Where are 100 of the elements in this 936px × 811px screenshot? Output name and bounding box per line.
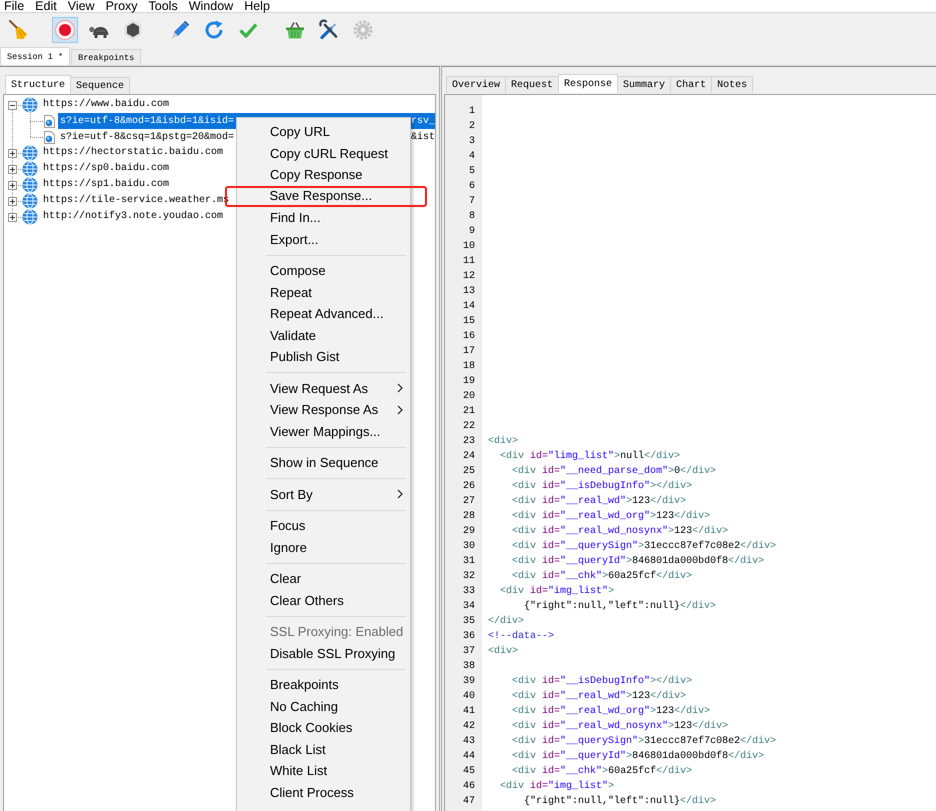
code-line: {"right":null,"left":null}</div> [524,601,716,612]
tree-item[interactable]: https://hectorstatic.baidu.com [42,146,224,160]
menu-item[interactable]: Publish Gist [239,346,408,368]
line-number: 8 [468,211,475,222]
menu-title[interactable]: Help [241,0,273,12]
code-line: <div id="img_list"> [500,781,614,792]
menu-item[interactable]: View Request As [239,378,408,399]
request-item[interactable]: s?ie=utf-8&mod=1&isbd=1&isid= [60,114,234,128]
request-item-end[interactable]: &ist [410,130,435,144]
menu-item[interactable]: Copy URL [239,121,408,142]
line-number: 29 [462,526,475,537]
line-number: 20 [462,391,475,402]
menu-item[interactable]: Sort By [239,484,408,505]
code-line: <div> [488,646,518,657]
menu-item[interactable]: No Caching [239,696,408,717]
menu-title[interactable]: Tools [146,0,181,12]
line-number: 37 [462,646,475,657]
line-number: 18 [462,361,475,372]
menu-item[interactable]: Copy cURL Request [239,142,408,164]
record-icon [54,19,76,41]
line-number: 40 [462,691,475,702]
menu-item[interactable]: Compose [239,260,408,282]
line-number: 19 [462,376,475,387]
menu-item[interactable]: Black List [239,738,408,760]
line-number: 4 [468,151,475,162]
toolbar-button[interactable] [52,17,78,43]
menu-item[interactable]: Validate [239,324,408,346]
panel-tab[interactable]: Sequence [70,77,130,94]
menu-item[interactable]: Repeat Advanced... [239,303,408,324]
menu-item[interactable]: Copy Response [239,164,408,186]
line-number: 31 [462,556,475,567]
menu-item[interactable]: Clear [239,568,408,590]
menu-item[interactable]: Block Cookies [239,717,408,738]
code-line: <div id="__real_wd_nosynx">123</div> [512,526,728,537]
plus-box-icon[interactable] [8,148,17,158]
menu-item[interactable]: Viewer Mappings... [239,420,408,442]
tree-item[interactable]: https://sp0.baidu.com [42,162,170,176]
line-number: 43 [462,736,475,747]
panel-tab[interactable]: Structure [5,75,72,94]
menu-title[interactable]: View [64,0,98,12]
viewer-tab[interactable]: Response [558,74,618,93]
line-number: 10 [462,241,475,252]
line-number: 27 [462,496,475,507]
menu-item[interactable]: Export... [239,228,408,250]
menu-item[interactable]: Clear Others [239,590,408,611]
code-line: <div id="__queryId">846801da000bd0f8</div> [512,751,764,762]
plus-box-icon[interactable] [8,212,17,222]
menu-item[interactable]: Disable SSL Proxying [239,642,408,664]
menu-item[interactable]: Find In... [239,207,408,228]
menu-title[interactable]: Window [186,0,236,12]
code-line: <div id="__real_wd">123</div> [512,496,686,507]
tree-item[interactable]: http://notify3.note.youdao.com [42,210,224,224]
pen-icon [169,19,191,41]
request-item[interactable]: s?ie=utf-8&csq=1&pstg=20&mod= [60,130,234,144]
page-icon [44,130,55,144]
line-number: 36 [462,631,475,642]
plus-box-icon[interactable] [8,180,17,190]
line-number: 47 [462,796,475,807]
menu-title[interactable]: Edit [32,0,60,12]
code-line: <div> [488,436,518,447]
menu-item[interactable]: Show in Sequence [239,452,408,474]
line-number: 23 [462,436,475,447]
menu-title[interactable]: Proxy [102,0,141,12]
viewer-tab[interactable]: Request [505,76,560,93]
plus-box-icon[interactable] [8,164,17,174]
session-tab[interactable]: Breakpoints [71,49,142,65]
tree-item[interactable]: https://sp1.baidu.com [42,178,170,192]
line-number: 5 [468,166,475,177]
line-number: 17 [462,346,475,357]
tree-item[interactable]: https://www.baidu.com [42,98,170,112]
line-number: 35 [462,616,475,627]
session-tab[interactable]: Session 1 * [0,47,70,65]
request-item-end[interactable]: rsv_ [410,114,435,128]
globe-icon [22,193,38,209]
code-line: <!--data--> [488,631,554,642]
line-number: 30 [462,541,475,552]
line-number: 11 [462,256,475,267]
plus-box-icon[interactable] [8,196,17,206]
line-number: 15 [462,316,475,327]
menu-item[interactable]: Breakpoints [239,674,408,696]
menu-item[interactable]: Focus [239,515,408,536]
tools-icon [318,19,340,41]
code-line: {"right":null,"left":null}</div> [524,796,716,807]
globe-icon [22,97,38,113]
globe-icon [22,161,38,177]
menu-item[interactable]: Ignore [239,536,408,558]
viewer-tab[interactable]: Summary [617,76,672,93]
viewer-tab[interactable]: Notes [711,76,754,93]
menu-item[interactable]: Save Response... [238,188,408,204]
viewer-tab[interactable]: Overview [446,76,506,93]
code-line: <div id="__real_wd">123</div> [512,691,686,702]
menu-title[interactable]: File [1,0,28,12]
refresh-icon [203,19,225,41]
line-number: 16 [462,331,475,342]
menu-item[interactable]: White List [239,760,408,782]
menu-item[interactable]: View Response As [239,399,408,420]
viewer-tab[interactable]: Chart [670,76,712,93]
menu-item[interactable]: Client Process [239,782,408,803]
menu-item[interactable]: Repeat [239,282,408,303]
minus-box-icon[interactable] [8,100,17,110]
